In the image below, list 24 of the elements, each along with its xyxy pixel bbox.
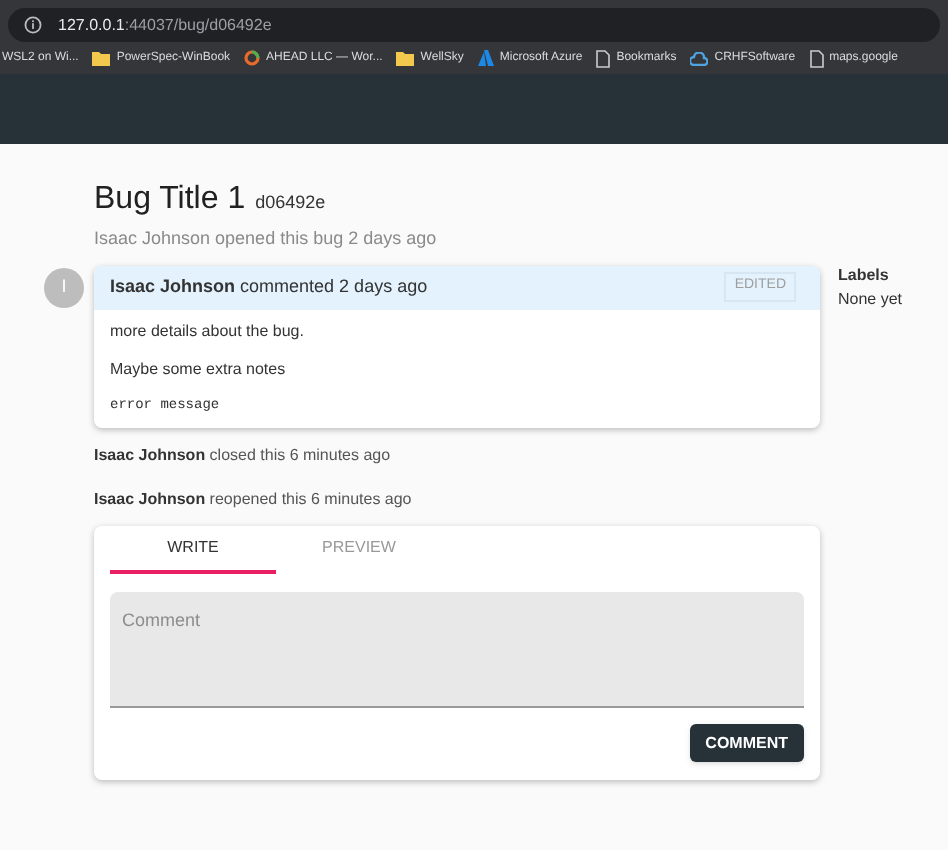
bug-id: d06492e	[255, 190, 326, 216]
page-icon	[809, 49, 824, 67]
labels-heading: Labels	[838, 264, 891, 288]
ring-icon	[244, 50, 261, 66]
bug-title: Bug Title 1	[94, 180, 246, 220]
folder-icon	[92, 50, 111, 66]
bug-subtitle: Isaac Johnson opened this bug 2 days ago	[94, 226, 439, 252]
triangle-logo-icon	[477, 50, 494, 66]
labels-value: None yet	[838, 288, 903, 312]
comment-field[interactable]: Comment	[110, 592, 804, 708]
url-text: 127.0.0.1:44037/bug/d06492e	[58, 13, 272, 37]
timeline-event: Isaac Johnson closed this 6 minutes ago	[94, 444, 393, 468]
editor-tab[interactable]: WRITE	[110, 526, 276, 574]
page-icon	[596, 49, 611, 67]
cloud-icon	[690, 51, 709, 65]
folder-icon	[396, 50, 415, 66]
comment-author-line: Isaac Johnson commented 2 days ago	[110, 273, 428, 300]
address-bar[interactable]: 127.0.0.1:44037/bug/d06492e	[8, 8, 940, 42]
comment-button[interactable]: COMMENT	[689, 724, 804, 762]
comment-text: more details about the bug.	[110, 319, 306, 343]
comment-text: Maybe some extra notes	[110, 357, 288, 381]
info-icon	[24, 16, 42, 34]
timeline-event: Isaac Johnson reopened this 6 minutes ago	[94, 488, 414, 512]
avatar: I	[44, 267, 84, 307]
